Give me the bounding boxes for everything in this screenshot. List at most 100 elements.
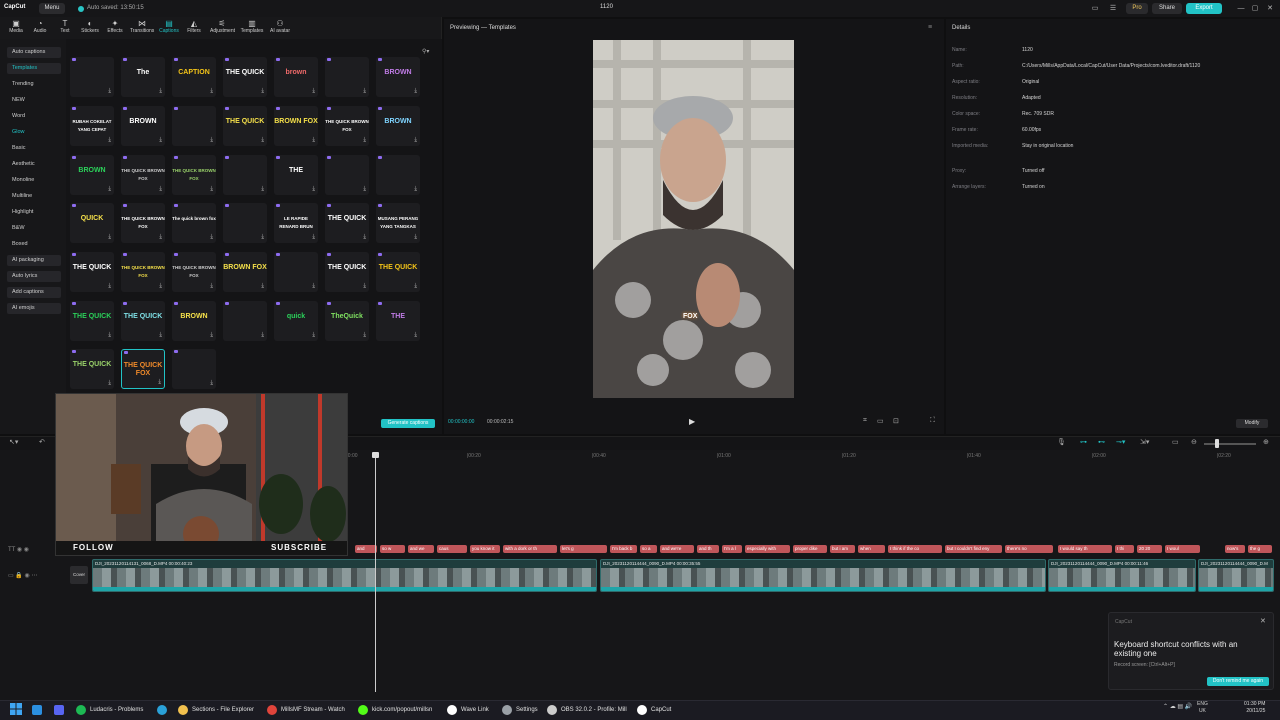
link-icon[interactable]: ⊶: [1080, 438, 1087, 446]
caption-template-tile[interactable]: ⤓: [325, 155, 369, 195]
download-icon[interactable]: ⤓: [108, 137, 111, 144]
play-button[interactable]: ▶: [689, 417, 695, 426]
taskbar-app[interactable]: CapCut: [637, 703, 671, 717]
taskbar-app[interactable]: Settings: [502, 703, 538, 717]
caption-template-tile[interactable]: THE QUICK BROWN FOX ⤓: [121, 203, 165, 243]
caption-template-tile[interactable]: LE RAPIDE RENARD BRUN ⤓: [274, 203, 318, 243]
caption-template-tile[interactable]: ⤓: [325, 57, 369, 97]
caption-template-tile[interactable]: THE QUICK ⤓: [70, 252, 114, 292]
caption-clip[interactable]: I woul: [1165, 545, 1200, 553]
tool-effects[interactable]: ✦ Effects: [103, 19, 127, 34]
video-clip[interactable]: DJI_20231120114444_0090_D.MP4 00:00:35:5…: [600, 559, 1046, 592]
menu-button[interactable]: Menu: [39, 3, 65, 14]
caption-clip[interactable]: the g: [1248, 545, 1272, 553]
taskbar-app[interactable]: OBS 32.0.2 - Profile: Mill: [547, 703, 627, 717]
caption-template-tile[interactable]: BROWN ⤓: [172, 301, 216, 341]
download-icon[interactable]: ⤓: [210, 234, 213, 241]
caption-template-tile[interactable]: TheQuick ⤓: [325, 301, 369, 341]
caption-template-tile[interactable]: THE QUICK ⤓: [70, 301, 114, 341]
video-clip[interactable]: DJI_20231120114444_0090_D.MP4 00:00:11:4…: [1048, 559, 1196, 592]
caption-clip[interactable]: so a: [640, 545, 657, 553]
caption-clip[interactable]: especially with: [745, 545, 790, 553]
category-multiline[interactable]: Multiline: [7, 191, 61, 202]
caption-template-tile[interactable]: BROWN ⤓: [376, 57, 420, 97]
download-icon[interactable]: ⤓: [159, 88, 162, 95]
split-icon[interactable]: ⇲▾: [1140, 438, 1149, 446]
category-new[interactable]: NEW: [7, 95, 61, 106]
download-icon[interactable]: ⤓: [363, 88, 366, 95]
tool-audio[interactable]: ◔ Audio: [28, 19, 52, 34]
caption-template-tile[interactable]: THE QUICK ⤓: [376, 252, 420, 292]
caption-template-tile[interactable]: The ⤓: [121, 57, 165, 97]
caption-clip[interactable]: but I couldn't find eny: [945, 545, 1002, 553]
download-icon[interactable]: ⤓: [363, 283, 366, 290]
caption-template-tile[interactable]: BROWN ⤓: [376, 106, 420, 146]
download-icon[interactable]: ⤓: [108, 332, 111, 339]
modify-button[interactable]: Modify: [1236, 419, 1268, 428]
share-button[interactable]: Share: [1152, 3, 1182, 14]
system-tray-icons[interactable]: ⌃ ☁ ▤ 🔊: [1163, 703, 1192, 710]
download-icon[interactable]: ⤓: [312, 283, 315, 290]
taskbar-app[interactable]: Wave Link: [447, 703, 489, 717]
caption-template-tile[interactable]: THE QUICK FOX ⤓: [121, 349, 165, 389]
download-icon[interactable]: ⤓: [108, 234, 111, 241]
download-icon[interactable]: ⤓: [210, 137, 213, 144]
layout-icon[interactable]: ▭: [1090, 3, 1100, 14]
download-icon[interactable]: ⤓: [414, 332, 417, 339]
category-auto-lyrics[interactable]: Auto lyrics: [7, 271, 61, 282]
maximize-icon[interactable]: ▢: [1250, 3, 1260, 14]
caption-clip[interactable]: when: [858, 545, 885, 553]
caption-template-tile[interactable]: THE QUICK ⤓: [325, 203, 369, 243]
download-icon[interactable]: ⤓: [312, 137, 315, 144]
category-word[interactable]: Word: [7, 111, 61, 122]
download-icon[interactable]: ⤓: [108, 380, 111, 387]
caption-template-tile[interactable]: BROWN FOX ⤓: [274, 106, 318, 146]
caption-template-tile[interactable]: quick ⤓: [274, 301, 318, 341]
download-icon[interactable]: ⤓: [414, 88, 417, 95]
download-icon[interactable]: ⤓: [414, 137, 417, 144]
dont-remind-button[interactable]: Don't remind me again: [1207, 677, 1269, 686]
category-monoline[interactable]: Monoline: [7, 175, 61, 186]
caption-template-tile[interactable]: QUICK ⤓: [70, 203, 114, 243]
download-icon[interactable]: ⤓: [159, 137, 162, 144]
tool-stickers[interactable]: ◐ Stickers: [78, 19, 102, 34]
category-templates[interactable]: Templates: [7, 63, 61, 74]
tool-ai-avatar[interactable]: ⚇ AI avatar: [268, 19, 292, 34]
caption-template-tile[interactable]: BROWN ⤓: [121, 106, 165, 146]
caption-template-tile[interactable]: brown ⤓: [274, 57, 318, 97]
caption-template-tile[interactable]: THE QUICK BROWN FOX ⤓: [172, 252, 216, 292]
caption-template-tile[interactable]: THE ⤓: [274, 155, 318, 195]
download-icon[interactable]: ⤓: [159, 283, 162, 290]
video-clip[interactable]: DJI_20231120114131_0068_D.MP4 00:00:40:2…: [92, 559, 597, 592]
download-icon[interactable]: ⤓: [363, 186, 366, 193]
caption-clip[interactable]: and th: [697, 545, 719, 553]
zoom-in-icon[interactable]: ⊕: [1263, 438, 1269, 446]
download-icon[interactable]: ⤓: [261, 88, 264, 95]
caption-template-tile[interactable]: BROWN FOX ⤓: [223, 252, 267, 292]
download-icon[interactable]: ⤓: [414, 283, 417, 290]
category-glow[interactable]: Glow: [7, 127, 61, 138]
preview-menu-icon[interactable]: ≡: [928, 24, 932, 31]
caption-clip[interactable]: I'm back b: [610, 545, 637, 553]
tool-captions[interactable]: ▤ Captions: [157, 19, 181, 34]
download-icon[interactable]: ⤓: [312, 332, 315, 339]
tool-media[interactable]: ▣ Media: [4, 19, 28, 34]
caption-clip[interactable]: and we: [408, 545, 434, 553]
caption-template-tile[interactable]: THE QUICK ⤓: [70, 349, 114, 389]
settings-icon[interactable]: ☰: [1108, 3, 1118, 14]
category-add-captions[interactable]: Add captions: [7, 287, 61, 298]
download-icon[interactable]: ⤓: [414, 186, 417, 193]
download-icon[interactable]: ⤓: [261, 283, 264, 290]
download-icon[interactable]: ⤓: [312, 234, 315, 241]
download-icon[interactable]: ⤓: [210, 88, 213, 95]
preview-video[interactable]: FOX: [593, 40, 794, 398]
tool-adjustment[interactable]: ⚟ Adjustment: [210, 19, 235, 34]
download-icon[interactable]: ⤓: [261, 137, 264, 144]
category-trending[interactable]: Trending: [7, 79, 61, 90]
caption-template-tile[interactable]: ⤓: [376, 155, 420, 195]
fullscreen-icon[interactable]: ⛶: [930, 417, 935, 425]
caption-clip[interactable]: proper dike: [793, 545, 827, 553]
video-clip[interactable]: DJI_20231120114444_0090_D.M: [1198, 559, 1274, 592]
category-bw[interactable]: B&W: [7, 223, 61, 234]
caption-template-tile[interactable]: ⤓: [172, 106, 216, 146]
